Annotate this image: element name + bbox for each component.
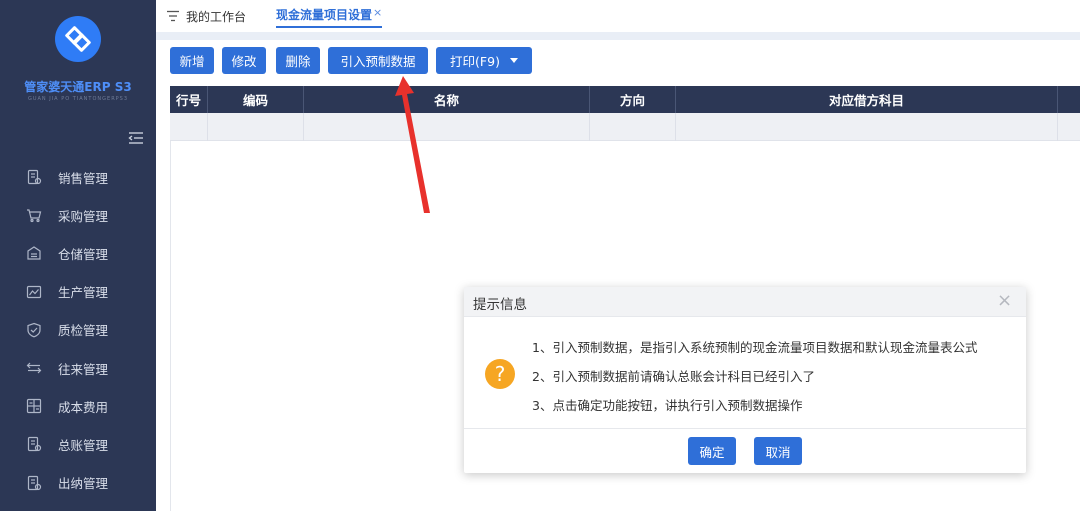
sidebar-item-label: 采购管理 bbox=[58, 208, 109, 224]
dialog-message-line-3: 3、点击确定功能按钮，讲执行引入预制数据操作 bbox=[532, 398, 803, 413]
tab-cashflow-settings-label: 现金流量项目设置 bbox=[276, 8, 373, 22]
brand-logo-icon bbox=[55, 16, 101, 62]
sidebar: 管家婆天通ERP S3 GUAN JIA PO TIANTONGERPS3 销售… bbox=[0, 0, 156, 511]
sidebar-item-label: 销售管理 bbox=[58, 170, 109, 186]
dialog-close-icon[interactable]: × bbox=[997, 292, 1012, 310]
table-left-border bbox=[170, 141, 171, 511]
table-cell bbox=[304, 113, 590, 141]
tab-workbench[interactable]: 我的工作台 bbox=[166, 6, 246, 26]
table-cell bbox=[208, 113, 304, 141]
ledger-icon bbox=[26, 436, 42, 452]
warehouse-icon bbox=[26, 245, 42, 261]
cashier-icon bbox=[26, 475, 42, 491]
chevron-down-icon bbox=[509, 58, 518, 63]
sidebar-item-warehouse[interactable]: 仓储管理 bbox=[0, 234, 156, 272]
print-button-label: 打印(F9) bbox=[450, 54, 500, 69]
column-header-code[interactable]: 编码 bbox=[208, 86, 304, 113]
sidebar-item-label: 出纳管理 bbox=[58, 476, 109, 492]
sidebar-item-ledger[interactable]: 总账管理 bbox=[0, 425, 156, 463]
document-icon bbox=[26, 169, 42, 185]
dialog-message-line-1: 1、引入预制数据，是指引入系统预制的现金流量项目数据和默认现金流量表公式 bbox=[532, 340, 978, 355]
sidebar-menu: 销售管理 采购管理 仓储管理 生产管理 质检管理 往来管理 成本费用 总账管理 … bbox=[0, 158, 156, 502]
table-cell bbox=[170, 113, 208, 141]
tab-close-icon[interactable]: × bbox=[373, 6, 382, 19]
column-header-row-number[interactable]: 行号 bbox=[170, 86, 208, 113]
sidebar-item-production[interactable]: 生产管理 bbox=[0, 273, 156, 311]
column-header-name[interactable]: 名称 bbox=[304, 86, 590, 113]
column-header-direction[interactable]: 方向 bbox=[590, 86, 676, 113]
column-header-extra bbox=[1058, 86, 1080, 113]
table-header: 行号 编码 名称 方向 对应借方科目 bbox=[170, 86, 1080, 113]
brand-subtitle: GUAN JIA PO TIANTONGERPS3 bbox=[27, 96, 129, 102]
dialog-title: 提示信息 bbox=[473, 297, 527, 313]
tab-cashflow-settings[interactable]: 现金流量项目设置 × bbox=[276, 6, 383, 28]
app-window: 管家婆天通ERP S3 GUAN JIA PO TIANTONGERPS3 销售… bbox=[0, 0, 1080, 511]
confirm-button[interactable]: 确定 bbox=[688, 437, 736, 465]
import-preset-data-button[interactable]: 引入预制数据 bbox=[328, 47, 428, 74]
exchange-icon bbox=[26, 360, 42, 376]
add-button[interactable]: 新增 bbox=[170, 47, 214, 74]
shield-check-icon bbox=[26, 322, 42, 338]
column-header-debit-account[interactable]: 对应借方科目 bbox=[676, 86, 1058, 113]
edit-button[interactable]: 修改 bbox=[222, 47, 266, 74]
dialog-message-line-2: 2、引入预制数据前请确认总账会计科目已经引入了 bbox=[532, 369, 815, 384]
production-icon bbox=[26, 284, 42, 300]
filter-menu-icon bbox=[166, 10, 180, 22]
table-cell bbox=[676, 113, 1058, 141]
sidebar-item-accounts[interactable]: 往来管理 bbox=[0, 349, 156, 387]
brand-name: 管家婆天通ERP S3 bbox=[24, 80, 132, 94]
calculator-icon bbox=[26, 398, 42, 414]
sidebar-item-sales[interactable]: 销售管理 bbox=[0, 158, 156, 196]
sidebar-item-label: 总账管理 bbox=[58, 437, 109, 453]
dialog-header: 提示信息 × bbox=[464, 287, 1026, 317]
tab-divider bbox=[156, 32, 1080, 40]
sidebar-item-label: 质检管理 bbox=[58, 323, 109, 339]
table-cell bbox=[590, 113, 676, 141]
tab-bar: 我的工作台 现金流量项目设置 × bbox=[156, 0, 1080, 32]
cancel-button[interactable]: 取消 bbox=[754, 437, 802, 465]
tab-workbench-label: 我的工作台 bbox=[186, 9, 247, 24]
sidebar-item-quality[interactable]: 质检管理 bbox=[0, 311, 156, 349]
sidebar-item-cost[interactable]: 成本费用 bbox=[0, 387, 156, 425]
sidebar-item-label: 仓储管理 bbox=[58, 246, 109, 262]
delete-button[interactable]: 删除 bbox=[276, 47, 320, 74]
sidebar-item-purchase[interactable]: 采购管理 bbox=[0, 196, 156, 234]
sidebar-item-cashier[interactable]: 出纳管理 bbox=[0, 464, 156, 502]
question-icon: ? bbox=[485, 359, 515, 389]
cart-icon bbox=[26, 207, 42, 223]
sidebar-item-label: 生产管理 bbox=[58, 285, 109, 301]
info-dialog: 提示信息 × ? 1、引入预制数据，是指引入系统预制的现金流量项目数据和默认现金… bbox=[464, 287, 1026, 473]
dialog-footer-divider bbox=[464, 428, 1026, 429]
table-row[interactable] bbox=[170, 113, 1080, 141]
sidebar-item-label: 成本费用 bbox=[58, 399, 109, 415]
sidebar-item-label: 往来管理 bbox=[58, 361, 109, 377]
print-button[interactable]: 打印(F9) bbox=[436, 47, 532, 74]
collapse-menu-icon[interactable] bbox=[128, 130, 144, 144]
